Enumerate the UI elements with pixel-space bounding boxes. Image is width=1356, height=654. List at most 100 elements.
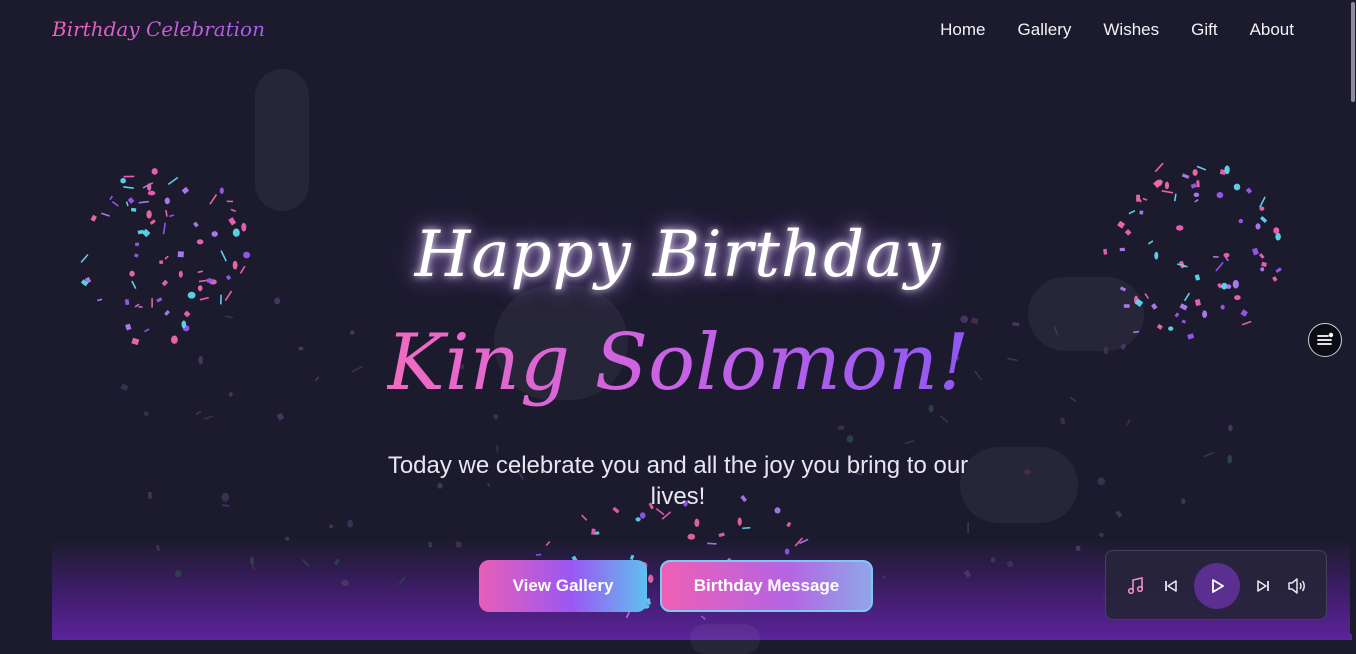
confetti-piece bbox=[1098, 477, 1106, 485]
confetti-piece bbox=[164, 310, 170, 316]
confetti-piece bbox=[591, 529, 596, 535]
confetti-piece bbox=[1127, 420, 1130, 426]
confetti-piece bbox=[1158, 179, 1163, 185]
next-button[interactable] bbox=[1252, 551, 1274, 621]
confetti-piece bbox=[1202, 310, 1207, 318]
confetti-piece bbox=[1246, 188, 1252, 194]
confetti-piece bbox=[786, 522, 791, 527]
confetti-piece bbox=[123, 187, 134, 188]
confetti-piece bbox=[165, 198, 170, 205]
confetti-piece bbox=[838, 426, 845, 430]
confetti-piece bbox=[347, 520, 353, 528]
confetti-piece bbox=[1181, 498, 1185, 504]
birthday-message-button[interactable]: Birthday Message bbox=[660, 560, 873, 612]
confetti-piece bbox=[1115, 510, 1122, 517]
view-gallery-button[interactable]: View Gallery bbox=[479, 560, 647, 612]
confetti-piece bbox=[168, 178, 178, 185]
confetti-piece bbox=[595, 531, 600, 535]
confetti-piece bbox=[110, 196, 113, 200]
play-button[interactable] bbox=[1194, 563, 1240, 609]
play-icon bbox=[1208, 577, 1226, 595]
confetti-piece bbox=[1191, 183, 1197, 189]
confetti-piece bbox=[738, 518, 742, 526]
confetti-piece bbox=[1260, 207, 1265, 211]
confetti-piece bbox=[1175, 194, 1176, 202]
music-button[interactable] bbox=[1124, 551, 1148, 621]
confetti-piece bbox=[166, 210, 167, 217]
confetti-piece bbox=[1099, 532, 1104, 537]
confetti-piece bbox=[97, 299, 102, 300]
volume-icon bbox=[1287, 577, 1307, 595]
confetti-piece bbox=[847, 435, 854, 442]
nav-home[interactable]: Home bbox=[940, 20, 985, 40]
confetti-piece bbox=[1217, 192, 1224, 198]
confetti-piece bbox=[204, 416, 212, 419]
nav-about[interactable]: About bbox=[1250, 20, 1294, 40]
confetti-piece bbox=[120, 178, 126, 183]
confetti-piece bbox=[1156, 180, 1163, 186]
confetti-piece bbox=[941, 416, 948, 422]
confetti-layer bbox=[0, 0, 1350, 634]
confetti-piece bbox=[210, 195, 217, 205]
floating-menu-button[interactable] bbox=[1308, 323, 1342, 357]
confetti-piece bbox=[582, 515, 587, 520]
confetti-piece bbox=[131, 208, 136, 212]
confetti-piece bbox=[694, 519, 699, 527]
confetti-piece bbox=[1197, 166, 1206, 170]
confetti-piece bbox=[101, 213, 109, 216]
confetti-piece bbox=[1227, 455, 1232, 464]
confetti-piece bbox=[1228, 425, 1233, 431]
confetti-piece bbox=[143, 412, 148, 416]
nav-wishes[interactable]: Wishes bbox=[1103, 20, 1159, 40]
confetti-piece bbox=[156, 297, 162, 302]
confetti-piece bbox=[1195, 299, 1201, 306]
confetti-piece bbox=[139, 202, 149, 203]
confetti-piece bbox=[1139, 198, 1142, 203]
confetti-piece bbox=[1194, 193, 1200, 197]
confetti-piece bbox=[1204, 453, 1214, 457]
confetti-piece bbox=[128, 197, 135, 204]
confetti-piece bbox=[221, 493, 229, 502]
hero-subtitle-line: Today we celebrate you and all the joy y… bbox=[338, 450, 1018, 481]
confetti-piece bbox=[1185, 293, 1190, 301]
confetti-piece bbox=[152, 168, 158, 175]
decorative-blob bbox=[255, 69, 309, 211]
confetti-piece bbox=[718, 533, 724, 538]
confetti-piece bbox=[112, 202, 118, 206]
confetti-piece bbox=[1179, 303, 1187, 310]
confetti-piece bbox=[147, 183, 151, 191]
site-logo[interactable]: Birthday Celebration bbox=[52, 17, 265, 41]
confetti-piece bbox=[1240, 309, 1247, 316]
confetti-piece bbox=[1174, 312, 1179, 317]
menu-icon bbox=[1316, 331, 1334, 349]
confetti-piece bbox=[196, 412, 201, 415]
confetti-piece bbox=[688, 534, 696, 540]
top-navbar: Birthday Celebration Home Gallery Wishes… bbox=[0, 0, 1350, 62]
confetti-piece bbox=[127, 202, 128, 206]
confetti-piece bbox=[231, 209, 236, 211]
confetti-piece bbox=[1182, 173, 1189, 178]
previous-button[interactable] bbox=[1160, 551, 1182, 621]
nav-gallery[interactable]: Gallery bbox=[1018, 20, 1072, 40]
confetti-piece bbox=[494, 414, 499, 420]
scrollbar[interactable] bbox=[1350, 0, 1356, 634]
decorative-blob bbox=[690, 624, 760, 654]
confetti-piece bbox=[1234, 184, 1241, 191]
confetti-piece bbox=[169, 215, 174, 216]
confetti-piece bbox=[200, 298, 209, 300]
confetti-piece bbox=[274, 298, 280, 305]
confetti-piece bbox=[188, 292, 196, 299]
confetti-piece bbox=[1162, 191, 1173, 193]
hero-subtitle-line: lives! bbox=[338, 481, 1018, 512]
confetti-piece bbox=[1145, 294, 1149, 299]
confetti-piece bbox=[1155, 163, 1163, 172]
volume-button[interactable] bbox=[1284, 551, 1310, 621]
confetti-piece bbox=[220, 188, 224, 194]
scrollbar-thumb[interactable] bbox=[1351, 2, 1355, 102]
confetti-piece bbox=[143, 183, 153, 188]
nav-gift[interactable]: Gift bbox=[1191, 20, 1217, 40]
confetti-piece bbox=[1195, 200, 1199, 202]
confetti-piece bbox=[1260, 197, 1265, 208]
confetti-piece bbox=[1151, 303, 1157, 310]
music-player bbox=[1105, 550, 1327, 620]
